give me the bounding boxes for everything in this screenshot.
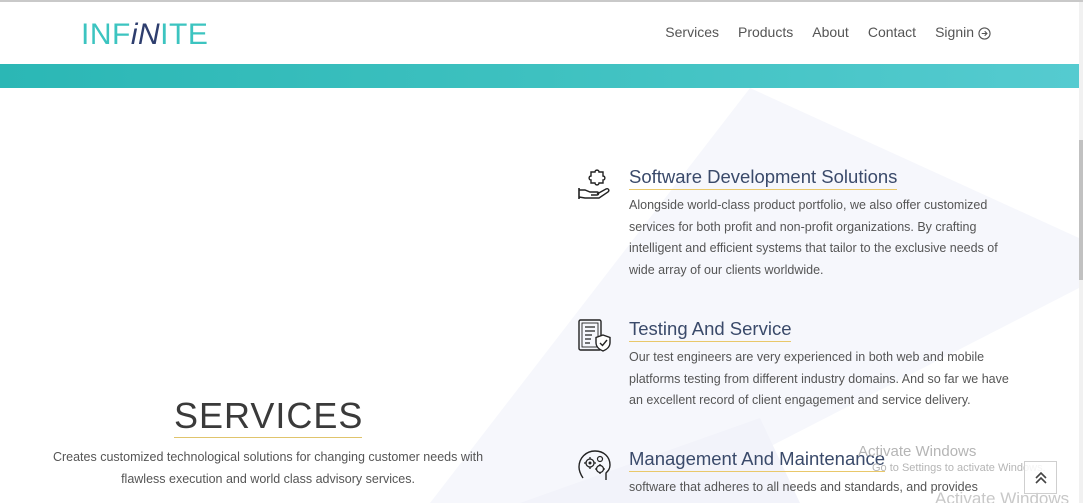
- services-heading-underline: [174, 437, 362, 438]
- header-accent-band: [0, 64, 1079, 88]
- page-scrollbar-thumb[interactable]: [1079, 140, 1083, 280]
- logo-text-start: INF: [81, 18, 131, 51]
- site-logo[interactable]: INFiNITE: [81, 18, 208, 52]
- services-heading: SERVICES: [174, 395, 364, 436]
- head-gears-icon: [578, 450, 611, 480]
- nav-signin-label: Signin: [935, 24, 974, 40]
- service-title[interactable]: Testing And Service: [629, 318, 792, 342]
- service-text: Alongside world-class product portfolio,…: [629, 198, 998, 277]
- site-header: INFiNITE Services Products About Contact…: [0, 2, 1083, 64]
- nav-products[interactable]: Products: [738, 24, 793, 40]
- logo-text-end: ITE: [160, 18, 209, 51]
- double-chevron-up-icon: [1034, 471, 1047, 484]
- service-text: Our test engineers are very experienced …: [629, 350, 1009, 407]
- nav-signin[interactable]: Signin: [935, 24, 991, 40]
- service-title[interactable]: Management And Maintenance: [629, 448, 886, 472]
- puzzle-hand-icon: [578, 169, 610, 199]
- nav-services[interactable]: Services: [665, 24, 719, 40]
- background-decoration: [430, 88, 1079, 503]
- back-to-top-button[interactable]: [1024, 461, 1057, 494]
- nav-contact[interactable]: Contact: [868, 24, 916, 40]
- services-description: Creates customized technological solutio…: [52, 450, 484, 486]
- signin-arrow-icon: [978, 26, 991, 40]
- nav-about[interactable]: About: [812, 24, 849, 40]
- service-title[interactable]: Software Development Solutions: [629, 166, 898, 190]
- windows-activation-title: Activate Windows: [858, 443, 977, 460]
- logo-text-middle: iN: [130, 18, 161, 51]
- windows-activation-subtitle: Go to Settings to activate Windows.: [872, 462, 1046, 474]
- main-nav: Services Products About Contact Signin: [646, 24, 991, 40]
- document-shield-icon: [578, 319, 611, 352]
